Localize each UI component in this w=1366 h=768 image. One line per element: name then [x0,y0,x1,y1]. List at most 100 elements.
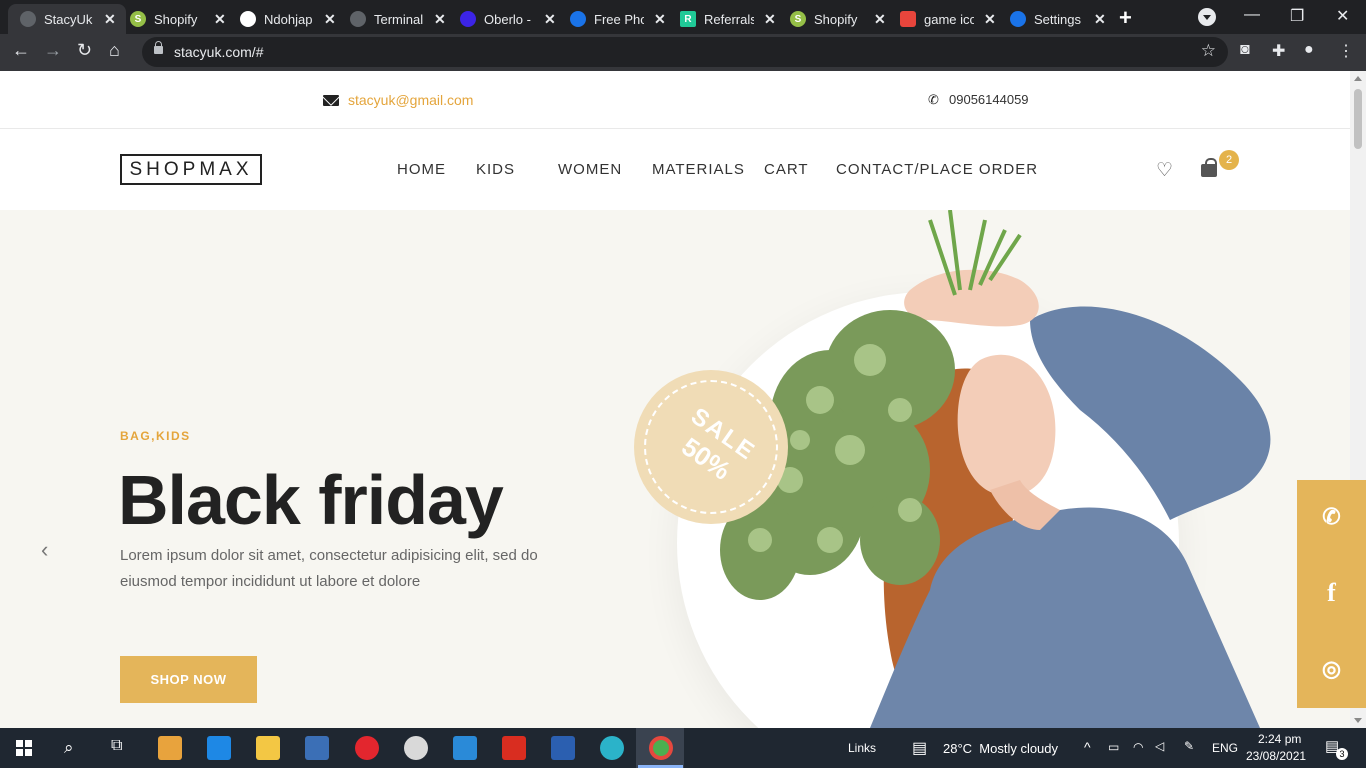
hero-category: BAG,KIDS [120,429,191,443]
url-text[interactable]: stacyuk.com/# [174,44,263,60]
acrobat-icon[interactable] [502,736,526,760]
browser-tab-strip: StacyUk ✕ S Shopify ✕ Ndohjap ✕ Terminal… [0,0,1366,34]
close-window-icon[interactable]: ✕ [1336,6,1349,26]
tab-github[interactable]: Ndohjap ✕ [228,4,346,34]
weather-icon: ▤ [912,740,928,757]
search-icon[interactable]: ⌕ [64,738,74,758]
globe-icon [20,11,36,27]
chevron-left-icon[interactable]: ‹ [41,537,48,563]
nav-materials[interactable]: MATERIALS [652,161,745,178]
minimize-icon[interactable]: — [1244,6,1260,24]
photo-site-icon [570,11,586,27]
tab-title: Settings [1034,11,1081,27]
phone-number: 09056144059 [949,92,1029,107]
vscode-icon[interactable] [453,736,477,760]
back-icon[interactable]: ← [12,40,30,61]
scroll-thumb[interactable] [1354,89,1362,149]
menu-dots-icon[interactable]: ⋮ [1338,41,1354,61]
edge-icon[interactable] [600,736,624,760]
word-icon[interactable] [551,736,575,760]
restore-icon[interactable]: ❐ [1290,6,1304,26]
bookmark-star-icon[interactable]: ☆ [1201,41,1216,61]
reload-icon[interactable]: ↻ [77,40,92,61]
address-bar[interactable]: stacyuk.com/# ☆ [142,37,1228,67]
tab-title: game ico [924,11,974,27]
heart-icon[interactable]: ♡ [1156,159,1173,182]
nav-cart[interactable]: CART [764,161,809,178]
mail-icon[interactable] [207,736,231,760]
hero-headline: Black friday [118,461,504,539]
whatsapp-icon[interactable]: ✆ [1297,504,1366,530]
tab-terminal[interactable]: Terminal ✕ [338,4,456,34]
close-tab-icon[interactable]: ✕ [1094,11,1106,28]
instagram-icon[interactable]: ◎ [1297,656,1366,682]
new-tab-icon[interactable]: + [1119,5,1132,31]
tab-title: StacyUk [44,11,93,27]
lock-icon[interactable] [154,41,163,54]
extensions-icon[interactable]: ✚ [1272,41,1285,61]
email-link[interactable]: stacyuk@gmail.com [348,92,473,108]
nav-contact-place-order[interactable]: CONTACT/PLACE ORDER [836,161,1038,178]
clock-time[interactable]: 2:24 pm [1258,732,1301,746]
close-tab-icon[interactable]: ✕ [434,11,446,28]
shopping-bag-icon[interactable] [1201,158,1217,177]
weather-widget[interactable]: 28°C Mostly cloudy [943,741,1058,756]
home-icon[interactable]: ⌂ [109,40,120,61]
chevron-up-icon[interactable]: ^ [1084,739,1091,755]
notification-count: 3 [1336,748,1348,760]
battery-icon[interactable]: ▭ [1108,740,1119,754]
wifi-icon[interactable]: ◠ [1133,740,1143,754]
close-tab-icon[interactable]: ✕ [104,11,116,28]
windows-start-icon[interactable] [16,740,32,756]
store-icon[interactable] [158,736,182,760]
referrals-icon: R [680,11,696,27]
close-tab-icon[interactable]: ✕ [764,11,776,28]
tab-stacyuk[interactable]: StacyUk ✕ [8,4,126,34]
close-tab-icon[interactable]: ✕ [324,11,336,28]
tab-referrals[interactable]: R Referrals ✕ [668,4,786,34]
media-player-icon[interactable] [404,736,428,760]
close-tab-icon[interactable]: ✕ [214,11,226,28]
language-indicator[interactable]: ENG [1212,741,1238,755]
scroll-down-arrow[interactable] [1354,718,1362,723]
tab-free-photos[interactable]: Free Pho ✕ [558,4,676,34]
facebook-icon[interactable]: f [1297,578,1366,608]
tab-title: Terminal [374,11,424,27]
windows-taskbar: ⌕ ⧉ Links ▤ 28°C Mostly cloudy ^ ▭ ◠ ◁ ✎… [0,728,1366,768]
nav-women[interactable]: WOMEN [558,161,622,178]
sale-badge: SALE 50% [634,370,788,524]
tab-shopify-2[interactable]: S Shopify ✕ [778,4,896,34]
pocket-icon[interactable]: ◙ [1240,41,1250,59]
phone-icon: ✆ [928,92,939,107]
close-tab-icon[interactable]: ✕ [654,11,666,28]
volume-icon[interactable]: ◁ [1155,739,1164,753]
nav-kids[interactable]: KIDS [476,161,515,178]
chrome-icon[interactable] [649,736,673,760]
tab-shopify[interactable]: S Shopify ✕ [118,4,236,34]
tab-title: Free Pho [594,11,644,27]
close-tab-icon[interactable]: ✕ [544,11,556,28]
tab-title: Referrals [704,11,754,27]
opera-icon[interactable] [355,736,379,760]
nav-home[interactable]: HOME [397,161,446,178]
scroll-up-arrow[interactable] [1354,76,1362,81]
tab-title: Oberlo - [484,11,531,27]
dev-tool-icon[interactable] [305,736,329,760]
profile-icon[interactable]: ● [1304,41,1314,59]
close-tab-icon[interactable]: ✕ [874,11,886,28]
pen-icon[interactable]: ✎ [1184,739,1194,753]
tab-oberlo[interactable]: Oberlo - ✕ [448,4,566,34]
clock-date[interactable]: 23/08/2021 [1246,749,1306,763]
tab-search-icon[interactable] [1198,8,1216,26]
site-logo[interactable]: SHOPMAX [120,154,262,185]
links-toolbar[interactable]: Links [848,741,876,755]
close-tab-icon[interactable]: ✕ [984,11,996,28]
tab-title: Shopify [154,11,198,27]
file-explorer-icon[interactable] [256,736,280,760]
tab-game-icons[interactable]: game ico ✕ [888,4,1006,34]
shop-now-button[interactable]: SHOP NOW [120,656,257,703]
shopify-icon: S [790,11,806,27]
tab-settings[interactable]: Settings ✕ [998,4,1116,34]
task-view-icon[interactable]: ⧉ [111,737,122,755]
forward-icon[interactable]: → [44,40,62,61]
